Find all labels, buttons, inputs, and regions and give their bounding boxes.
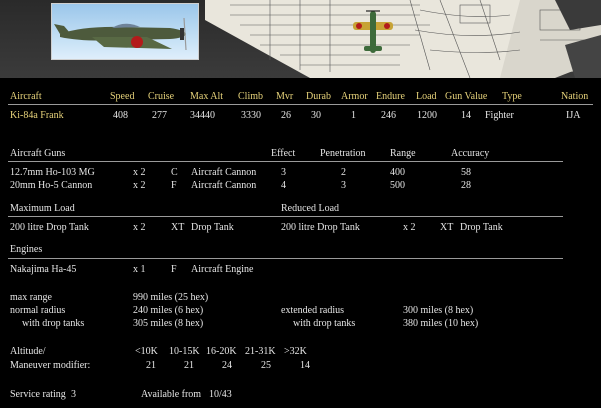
mvr-value: 26 — [281, 110, 291, 121]
altitude-band: 21-31K — [245, 346, 276, 357]
col-header-load: Load — [416, 91, 437, 102]
gun-count: x 2 — [133, 180, 146, 191]
altitude-label: Altitude/ — [10, 346, 46, 357]
climb-value: 3330 — [241, 110, 261, 121]
load-value: 1200 — [417, 110, 437, 121]
engine-facing: F — [171, 264, 177, 275]
engines-title: Engines — [10, 244, 43, 255]
cruise-value: 277 — [152, 110, 167, 121]
maneuver-modifier: 25 — [261, 360, 271, 371]
altitude-band: <10K — [135, 346, 158, 357]
extended-radius-label: extended radius — [281, 305, 345, 316]
gun-penetration: 2 — [341, 167, 346, 178]
available-from-value: 10/43 — [209, 389, 232, 400]
engines-divider — [8, 258, 563, 259]
extended-drop-tanks-value: 380 miles (10 hex) — [403, 318, 479, 329]
reduced-load-count: x 2 — [403, 222, 416, 233]
col-header-max-alt: Max Alt — [190, 91, 224, 102]
gun-kind: Aircraft Cannon — [191, 167, 257, 178]
gun-facing: C — [171, 167, 178, 178]
normal-radius-label: normal radius — [10, 305, 66, 316]
reduced-load-title: Reduced Load — [281, 203, 340, 214]
max-load-item: 200 litre Drop Tank — [10, 222, 89, 233]
max-load-title: Maximum Load — [10, 203, 75, 214]
guns-section-title: Aircraft Guns — [10, 148, 66, 159]
reduced-load-item: 200 litre Drop Tank — [281, 222, 360, 233]
col-header-durab: Durab — [306, 91, 331, 102]
armor-value: 1 — [351, 110, 356, 121]
gun-accuracy: 28 — [461, 180, 471, 191]
guns-header-penetration: Penetration — [320, 148, 366, 159]
header-divider — [8, 104, 593, 105]
normal-drop-tanks-value: 305 miles (8 hex) — [133, 318, 204, 329]
gun-effect: 4 — [281, 180, 286, 191]
col-header-armor: Armor — [341, 91, 368, 102]
endure-value: 246 — [381, 110, 396, 121]
engine-count: x 1 — [133, 264, 146, 275]
aircraft-photo-icon — [54, 17, 187, 51]
gun-count: x 2 — [133, 167, 146, 178]
col-header-gun-value: Gun Value — [445, 91, 488, 102]
type-value: Fighter — [485, 110, 514, 121]
altitude-band: 10-15K — [169, 346, 200, 357]
guns-header-effect: Effect — [271, 148, 296, 159]
max-range-label: max range — [10, 292, 52, 303]
altitude-band: >32K — [284, 346, 307, 357]
max-alt-value: 34440 — [190, 110, 215, 121]
max-range-value: 990 miles (25 hex) — [133, 292, 209, 303]
durab-value: 30 — [311, 110, 321, 121]
banner — [0, 0, 601, 78]
gun-penetration: 3 — [341, 180, 346, 191]
speed-value: 408 — [113, 110, 128, 121]
max-load-count: x 2 — [133, 222, 146, 233]
available-from-label: Available from — [141, 389, 202, 400]
aircraft-name[interactable]: Ki-84a Frank — [10, 110, 64, 122]
engine-kind: Aircraft Engine — [191, 264, 254, 275]
max-load-kind: Drop Tank — [191, 222, 234, 233]
aircraft-photo — [51, 3, 199, 60]
service-rating-value: 3 — [71, 389, 76, 400]
normal-drop-tanks-label: with drop tanks — [22, 318, 85, 329]
gun-range: 500 — [390, 180, 405, 191]
gun-facing: F — [171, 180, 177, 191]
gun-accuracy: 58 — [461, 167, 471, 178]
nation-value: IJA — [566, 110, 581, 121]
maneuver-modifier: 21 — [184, 360, 194, 371]
maneuver-modifier-label: Maneuver modifier: — [10, 360, 91, 371]
col-header-nation: Nation — [561, 91, 589, 102]
col-header-climb: Climb — [238, 91, 264, 102]
col-header-cruise: Cruise — [148, 91, 175, 102]
altitude-band: 16-20K — [206, 346, 237, 357]
col-header-aircraft: Aircraft — [10, 91, 42, 102]
col-header-mvr: Mvr — [276, 91, 294, 102]
engine-name: Nakajima Ha-45 — [10, 264, 77, 275]
gun-range: 400 — [390, 167, 405, 178]
guns-header-range: Range — [390, 148, 416, 159]
gun-kind: Aircraft Cannon — [191, 180, 257, 191]
aircraft-top-view-icon — [353, 10, 393, 53]
gun-effect: 3 — [281, 167, 286, 178]
normal-radius-value: 240 miles (6 hex) — [133, 305, 204, 316]
gun-value-value: 14 — [461, 110, 471, 121]
col-header-endure: Endure — [376, 91, 405, 102]
extended-radius-value: 300 miles (8 hex) — [403, 305, 474, 316]
gun-name: 20mm Ho-5 Cannon — [10, 180, 93, 191]
reduced-load-kind: Drop Tank — [460, 222, 503, 233]
reduced-load-facing: XT — [440, 222, 454, 233]
gun-name: 12.7mm Ho-103 MG — [10, 167, 95, 178]
guns-divider — [8, 161, 563, 162]
service-rating-label: Service rating — [10, 389, 66, 400]
max-load-facing: XT — [171, 222, 185, 233]
maneuver-modifier: 21 — [146, 360, 156, 371]
loads-divider — [8, 216, 563, 217]
col-header-type: Type — [502, 91, 522, 102]
maneuver-modifier: 14 — [300, 360, 310, 371]
extended-drop-tanks-label: with drop tanks — [293, 318, 356, 329]
maneuver-modifier: 24 — [222, 360, 232, 371]
guns-header-accuracy: Accuracy — [451, 148, 490, 159]
col-header-speed: Speed — [110, 91, 135, 102]
